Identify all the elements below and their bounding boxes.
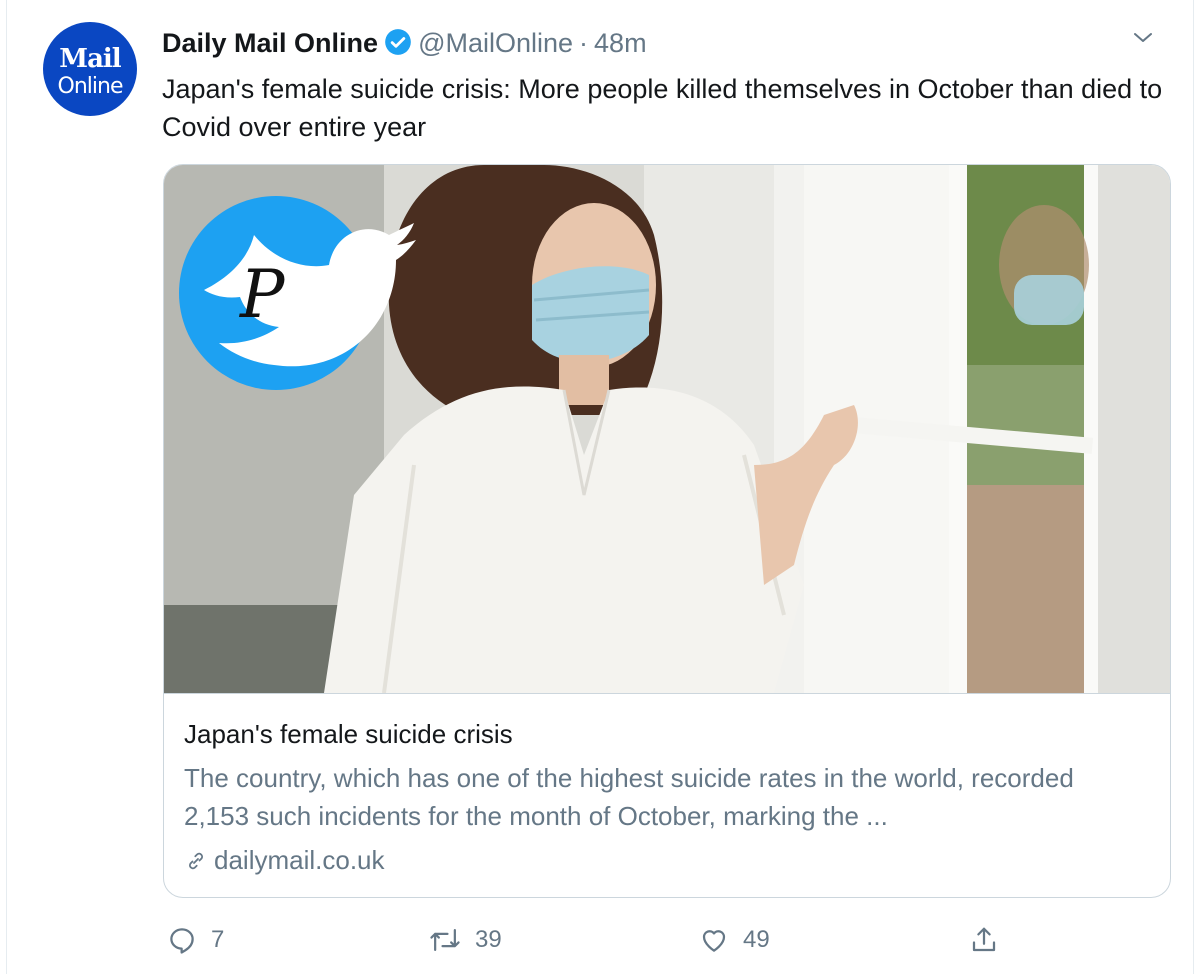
card-description: The country, which has one of the highes… bbox=[184, 763, 1074, 831]
card-link[interactable]: dailymail.co.uk bbox=[184, 843, 385, 881]
retweet-button[interactable]: 39 bbox=[429, 918, 502, 962]
separator-dot: · bbox=[579, 28, 589, 58]
link-card[interactable]: P Japan's female suicide crisis The coun… bbox=[163, 164, 1171, 898]
chevron-down-icon[interactable] bbox=[1131, 26, 1155, 50]
share-button[interactable] bbox=[969, 918, 1013, 962]
card-title[interactable]: Japan's female suicide crisis bbox=[184, 717, 513, 751]
avatar[interactable]: Mail Online bbox=[43, 22, 137, 116]
link-icon bbox=[184, 847, 208, 881]
like-count: 49 bbox=[743, 926, 770, 953]
overlay-letter: P bbox=[239, 256, 286, 333]
avatar-logo-top: Mail bbox=[59, 44, 121, 74]
like-button[interactable]: 49 bbox=[699, 918, 770, 962]
card-image[interactable]: P bbox=[164, 165, 1170, 694]
share-icon bbox=[972, 927, 996, 952]
action-bar: 7 39 49 bbox=[163, 918, 1173, 962]
timestamp[interactable]: 48m bbox=[594, 28, 647, 58]
avatar-logo-bottom: Online bbox=[57, 74, 124, 99]
reply-icon bbox=[170, 928, 194, 954]
handle[interactable]: @MailOnline bbox=[418, 28, 573, 58]
tweet-text: Japan's female suicide crisis: More peop… bbox=[162, 74, 1163, 142]
reply-button[interactable]: 7 bbox=[167, 918, 224, 962]
like-icon bbox=[702, 930, 726, 952]
display-name[interactable]: Daily Mail Online bbox=[162, 28, 378, 58]
card-link-text[interactable]: dailymail.co.uk bbox=[214, 845, 385, 875]
reply-count: 7 bbox=[211, 926, 225, 953]
retweet-count: 39 bbox=[475, 926, 502, 953]
tweet[interactable]: Mail Online Daily Mail Online @MailOnline… bbox=[6, 0, 1194, 974]
retweet-icon bbox=[430, 929, 460, 951]
verified-icon bbox=[384, 28, 412, 56]
tweet-header: Daily Mail Online @MailOnline · 48m bbox=[162, 26, 647, 60]
